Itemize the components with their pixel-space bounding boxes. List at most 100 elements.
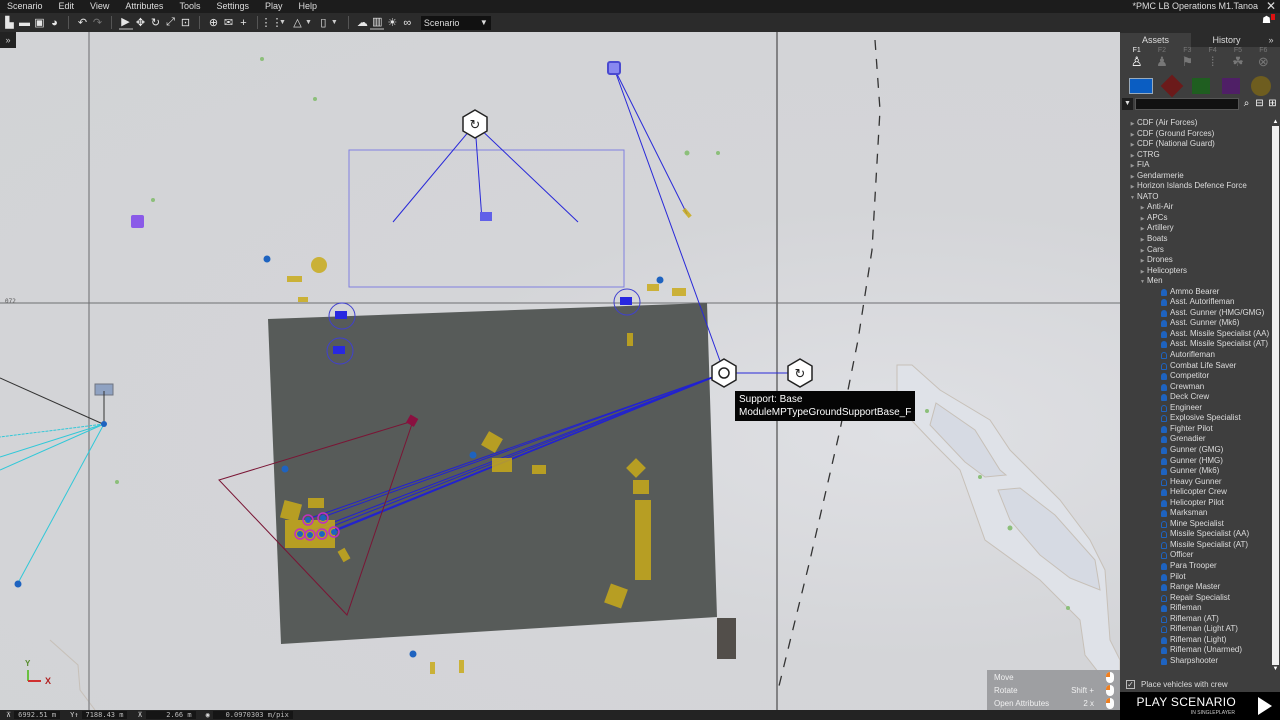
menu-edit[interactable]: Edit (52, 0, 84, 13)
tree-unit[interactable]: Pilot (1120, 572, 1272, 583)
rotate-icon[interactable]: ↻ (149, 16, 163, 30)
tree-unit[interactable]: Heavy Gunner◐ (1120, 477, 1272, 488)
side-civilian[interactable] (1221, 78, 1240, 94)
tree-unit[interactable]: Repair Specialist (1120, 593, 1272, 604)
asset-tree[interactable]: ▶ CDF (Air Forces) ▶ CDF (Ground Forces) ▶ CD… (1120, 118, 1272, 673)
tree-unit[interactable]: Asst. Missile Specialist (AA) (1120, 329, 1272, 340)
tree-unit[interactable]: Rifleman (Light) (1120, 635, 1272, 646)
tree-unit[interactable]: Rifleman (AT) (1120, 614, 1272, 625)
menu-scenario[interactable]: Scenario (0, 0, 52, 13)
map-textures-icon[interactable]: ▥ (370, 16, 385, 30)
tree-unit[interactable]: Officer (1120, 550, 1272, 561)
tree-faction[interactable]: ▶ CDF (National Guard) (1120, 139, 1272, 150)
globe-icon[interactable]: ⊕ (207, 16, 221, 30)
side-independent[interactable] (1191, 78, 1210, 94)
scroll-down-icon[interactable]: ▼ (1272, 665, 1279, 673)
map-canvas[interactable]: ↻ ↻ (0, 32, 1120, 710)
open-folder-icon[interactable]: ▬ (18, 16, 32, 30)
tree-faction[interactable]: ▶ Horizon Islands Defence Force (1120, 181, 1272, 192)
tree-unit[interactable]: Explosive Specialist (1120, 413, 1272, 424)
place-with-crew-checkbox[interactable]: ✓ (1126, 679, 1135, 689)
tree-faction[interactable]: ▶ Gendarmerie (1120, 171, 1272, 182)
tree-unit[interactable]: Engineer (1120, 403, 1272, 414)
support-base-module-icon[interactable] (711, 358, 737, 388)
tab-assets[interactable]: Assets (1120, 33, 1191, 47)
tree-category[interactable]: ▶ Anti-Air (1120, 202, 1272, 213)
scale-icon[interactable]: ⤢ (164, 16, 178, 30)
mode-waypoints[interactable]: F4 ⁞ (1202, 47, 1224, 75)
tree-unit[interactable]: Rifleman (1120, 603, 1272, 614)
tree-unit[interactable]: Mine Specialist▾ (1120, 519, 1272, 530)
tree-unit[interactable]: Sharpshooter◐ (1120, 656, 1272, 667)
tree-unit[interactable]: Asst. Gunner (HMG/GMG) (1120, 308, 1272, 319)
menu-attributes[interactable]: Attributes (118, 0, 172, 13)
tree-unit[interactable]: Autorifleman (1120, 350, 1272, 361)
tree-unit[interactable]: Rifleman (Light AT)▬ (1120, 624, 1272, 635)
lighting-icon[interactable]: ☀ (385, 16, 399, 30)
tree-category[interactable]: ▶ Cars (1120, 245, 1272, 256)
side-empty[interactable] (1251, 76, 1272, 96)
undo-icon[interactable]: ↶ (76, 16, 90, 30)
tree-unit[interactable]: Helicopter Crew (1120, 487, 1272, 498)
search-icon[interactable]: ⌕ (1241, 98, 1252, 110)
close-icon[interactable]: ✕ (1266, 0, 1276, 13)
tree-unit[interactable]: Para Trooper (1120, 561, 1272, 572)
redo-icon[interactable]: ↷ (91, 16, 105, 30)
tree-unit[interactable]: Competitor (1120, 371, 1272, 382)
collapse-all-icon[interactable]: ⊟ (1254, 98, 1265, 110)
tree-unit[interactable]: Helicopter Pilot (1120, 498, 1272, 509)
place-with-crew-option[interactable]: ✓ Place vehicles with crew (1120, 677, 1280, 691)
steam-publish-icon[interactable]: ◕ (48, 16, 62, 30)
chevron-down-icon[interactable]: ▼ (305, 19, 312, 26)
more-tabs-button[interactable]: » (1262, 33, 1280, 47)
tab-history[interactable]: History (1191, 33, 1262, 47)
sector-module[interactable] (131, 215, 144, 228)
tree-unit[interactable]: Deck Crew▰ (1120, 392, 1272, 403)
tree-unit[interactable]: Fighter Pilot▰ (1120, 424, 1272, 435)
select-icon[interactable]: ▶ (118, 16, 133, 30)
module-icon[interactable]: ↻ (787, 358, 813, 388)
side-opfor[interactable] (1161, 74, 1184, 98)
tree-faction[interactable]: ▼ NATO (1120, 192, 1272, 203)
mode-markers[interactable]: F5 ☘ (1227, 47, 1249, 75)
expand-all-icon[interactable]: ⊞ (1267, 98, 1278, 110)
mode-groups[interactable]: F2 ♟ (1151, 47, 1173, 75)
tree-faction[interactable]: ▶ CTRG (1120, 150, 1272, 161)
module-icon[interactable]: ↻ (462, 109, 488, 139)
search-input[interactable] (1135, 98, 1239, 110)
tree-category[interactable]: ▶ Artillery (1120, 223, 1272, 234)
tree-category[interactable]: ▶ Boats (1120, 234, 1272, 245)
tree-category[interactable]: ▶ Helicopters (1120, 266, 1272, 277)
flag-marker[interactable] (480, 212, 492, 221)
area-icon[interactable]: ⊡ (179, 16, 193, 30)
terrain-icon[interactable]: △ (290, 16, 304, 30)
menu-settings[interactable]: Settings (209, 0, 258, 13)
tree-unit[interactable]: Asst. Missile Specialist (AT) (1120, 339, 1272, 350)
menu-tools[interactable]: Tools (172, 0, 209, 13)
filter-dropdown[interactable]: ▼ (1122, 98, 1133, 110)
chevron-down-icon[interactable]: ▼ (279, 19, 286, 26)
translate-icon[interactable]: ✥ (134, 16, 148, 30)
tree-unit[interactable]: Gunner (Mk6) (1120, 466, 1272, 477)
unit-marker[interactable] (14, 580, 22, 588)
tree-scrollbar[interactable]: ▲ ▼ (1272, 118, 1279, 673)
map-viewport[interactable]: ↻ ↻ » 072 Y X Support: Base ModuleMPType… (0, 32, 1120, 710)
tree-unit[interactable]: Asst. Gunner (Mk6) (1120, 318, 1272, 329)
weather-icon[interactable]: ☁ (355, 16, 369, 30)
respawn-module[interactable] (607, 61, 621, 75)
ruler-icon[interactable]: ▯ (316, 16, 330, 30)
tree-category[interactable]: ▶ Drones (1120, 255, 1272, 266)
tree-unit[interactable]: Marksman (1120, 508, 1272, 519)
mode-empty[interactable]: F6 ⊗ (1252, 47, 1274, 75)
side-blufor[interactable] (1128, 78, 1153, 94)
tree-unit[interactable]: Range Master (1120, 582, 1272, 593)
menu-play[interactable]: Play (258, 0, 292, 13)
tree-unit[interactable]: Gunner (HMG) (1120, 456, 1272, 467)
save-icon[interactable]: ▣ (33, 16, 47, 30)
tree-faction[interactable]: ▶ CDF (Air Forces) (1120, 118, 1272, 129)
tree-category[interactable]: ▶ APCs (1120, 213, 1272, 224)
notification-icon[interactable]: ☗ (1262, 14, 1275, 27)
tree-unit[interactable]: Crewman (1120, 382, 1272, 393)
tree-unit[interactable]: Gunner (GMG) (1120, 445, 1272, 456)
tree-unit[interactable]: Asst. Autorifleman (1120, 297, 1272, 308)
